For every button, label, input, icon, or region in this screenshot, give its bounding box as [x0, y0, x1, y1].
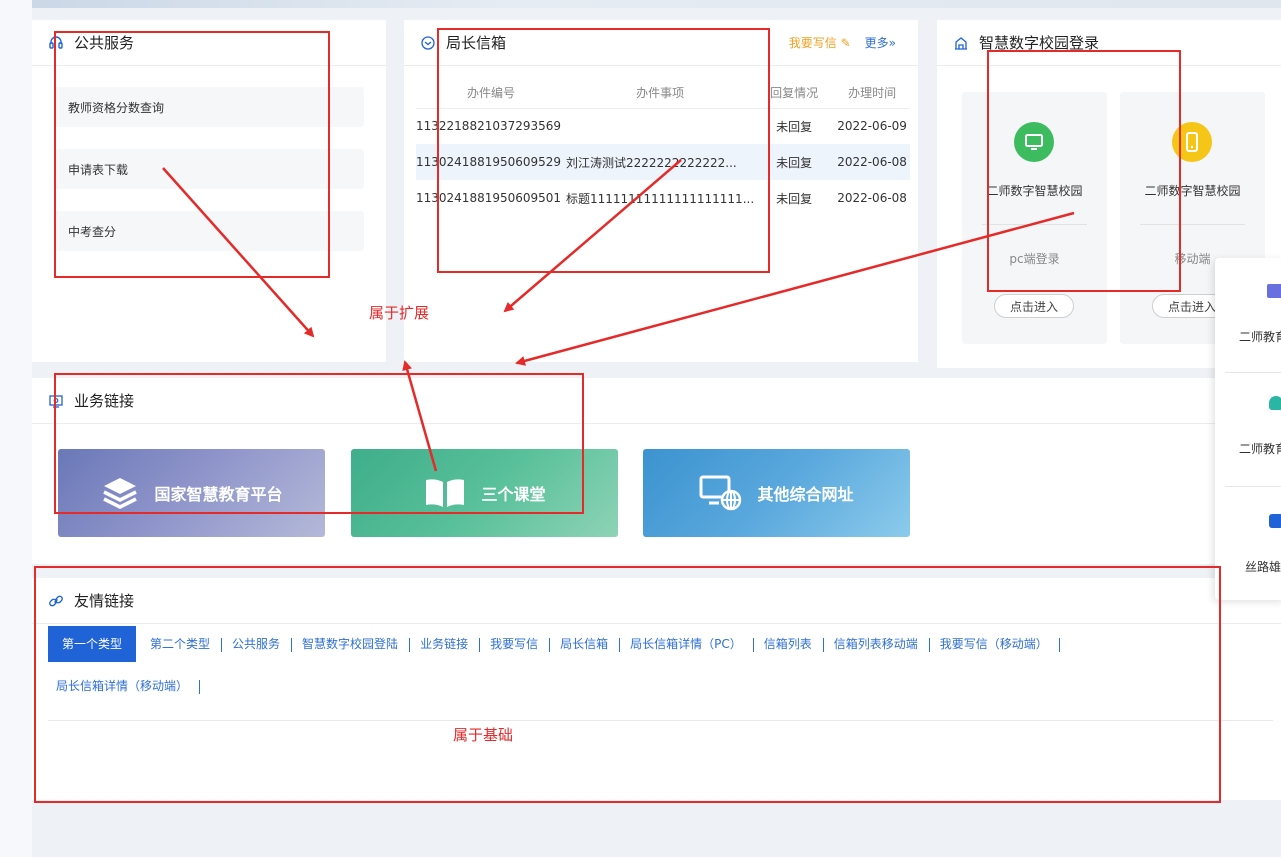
handle-date: 2022-06-08 [834, 144, 910, 180]
enter-button[interactable]: 点击进入 [994, 294, 1074, 318]
write-letter-label: 我要写信 [788, 36, 837, 50]
mailbox-actions: 我要写信 ✎ 更多» [789, 34, 896, 51]
campus-card-pc: 二师数字智慧校园 pc端登录 点击进入 [962, 92, 1107, 344]
case-id: 1130241881950609529 [416, 144, 566, 180]
more-link[interactable]: 更多» [865, 34, 896, 51]
tab-mailbox-detail-mobile[interactable]: 局长信箱详情（移动端） [48, 668, 201, 704]
banner-label: 其他综合网址 [757, 485, 854, 504]
column-header: 办件编号 [416, 78, 566, 109]
building-icon [953, 35, 969, 51]
table-row[interactable]: 1130241881950609529 刘江涛测试2222222222222..… [416, 144, 910, 180]
public-service-header: 公共服务 [32, 20, 386, 66]
side-item-label: 二师教育 [1239, 442, 1281, 456]
divider [48, 720, 1273, 721]
web-icon [699, 475, 743, 511]
table-row[interactable]: 1130241881950609501 标题111111111111111111… [416, 180, 910, 216]
edit-icon: ✎ [840, 36, 851, 50]
tab-mailbox-list[interactable]: 信箱列表 [756, 626, 824, 662]
tab-mailbox-detail-pc[interactable]: 局长信箱详情（PC） [622, 626, 754, 662]
business-links-title: 业务链接 [74, 392, 135, 410]
public-service-item[interactable]: 申请表下载 [54, 149, 364, 189]
layers-icon [100, 476, 140, 510]
tab-write-letter[interactable]: 我要写信 [482, 626, 551, 662]
book-icon [423, 476, 467, 510]
friendly-link-tabs: 第一个类型 第二个类型 公共服务 智慧数字校园登陆 业务链接 我要写信 局长信箱 局长信箱详情… [48, 626, 1218, 704]
friendly-links-header: 友情链接 [32, 578, 1281, 624]
campus-name: 二师数字智慧校园 [986, 184, 1083, 198]
column-header: 办件事项 [566, 78, 755, 109]
phone-icon [1172, 122, 1212, 162]
case-id: 1132218821037293569 [416, 119, 562, 134]
banner-label: 国家智慧教育平台 [154, 485, 283, 504]
annotation-extension: 属于扩展 [369, 304, 430, 322]
divider [1140, 224, 1245, 225]
annotation-base: 属于基础 [453, 726, 514, 744]
divider [1225, 486, 1281, 487]
table-row[interactable]: 1132218821037293569 未回复 2022-06-09 [416, 108, 910, 144]
campus-login-header: 智慧数字校园登录 [937, 20, 1281, 66]
case-subject: 标题11111111111111111111... [566, 191, 755, 206]
tab-type-2[interactable]: 第二个类型 [142, 626, 223, 662]
side-item-label: 二师教育 [1239, 330, 1281, 344]
case-subject: 刘江涛测试2222222222222... [566, 144, 755, 180]
reply-status: 未回复 [776, 191, 813, 206]
floating-side-panel: 二师教育 二师教育 丝路雄 [1215, 258, 1281, 600]
campus-login-title: 智慧数字校园登录 [979, 34, 1100, 52]
friendly-links-title: 友情链接 [74, 592, 135, 610]
public-service-item[interactable]: 中考查分 [54, 211, 364, 251]
handle-date: 2022-06-09 [837, 119, 907, 134]
side-item-label: 丝路雄 [1245, 560, 1281, 574]
campus-name: 二师数字智慧校园 [1144, 184, 1241, 198]
left-margin [0, 0, 32, 857]
headset-icon [48, 35, 64, 51]
top-banner-strip [0, 0, 1281, 8]
link-icon [48, 593, 64, 609]
banner-three-classrooms[interactable]: 三个课堂 [351, 449, 618, 537]
tab-public-service[interactable]: 公共服务 [224, 626, 293, 662]
case-subject [566, 108, 754, 144]
case-id: 1130241881950609501 [416, 191, 562, 205]
divider [982, 224, 1087, 225]
column-header: 办理时间 [834, 78, 910, 109]
reply-status: 未回复 [776, 119, 813, 134]
mail-icon [420, 35, 436, 51]
user-icon [1269, 396, 1281, 410]
divider [1225, 372, 1281, 373]
tab-write-letter-mobile[interactable]: 我要写信（移动端） [932, 626, 1060, 662]
monitor-icon [1014, 122, 1054, 162]
tab-business-links[interactable]: 业务链接 [412, 626, 481, 662]
tab-mailbox-list-mobile[interactable]: 信箱列表移动端 [826, 626, 930, 662]
mailbox-title: 局长信箱 [446, 34, 507, 52]
banner-other-sites[interactable]: 其他综合网址 [643, 449, 910, 537]
public-service-title: 公共服务 [74, 34, 135, 52]
tab-mailbox[interactable]: 局长信箱 [552, 626, 621, 662]
tab-type-1[interactable]: 第一个类型 [48, 626, 137, 662]
mailbox-card: 局长信箱 我要写信 ✎ 更多» 办件编号 办件事项 回复情况 办理时间 1132… [404, 20, 918, 362]
mailbox-table: 办件编号 办件事项 回复情况 办理时间 1132218821037293569 … [416, 78, 910, 216]
monitor-icon [1267, 284, 1281, 298]
write-letter-link[interactable]: 我要写信 ✎ [789, 34, 851, 51]
login-type: pc端登录 [1009, 252, 1060, 266]
business-links-header: 业务链接 [32, 378, 1281, 424]
public-service-item[interactable]: 教师资格分数查询 [54, 87, 364, 127]
banner-education-platform[interactable]: 国家智慧教育平台 [58, 449, 325, 537]
column-header: 回复情况 [754, 78, 835, 109]
banner-label: 三个课堂 [481, 485, 546, 504]
reply-status: 未回复 [754, 144, 835, 180]
public-service-card: 公共服务 教师资格分数查询 申请表下载 中考查分 [32, 20, 386, 362]
tab-campus-login[interactable]: 智慧数字校园登陆 [294, 626, 411, 662]
screen-icon [48, 393, 64, 409]
handle-date: 2022-06-08 [837, 191, 907, 205]
cube-icon [1269, 514, 1281, 528]
